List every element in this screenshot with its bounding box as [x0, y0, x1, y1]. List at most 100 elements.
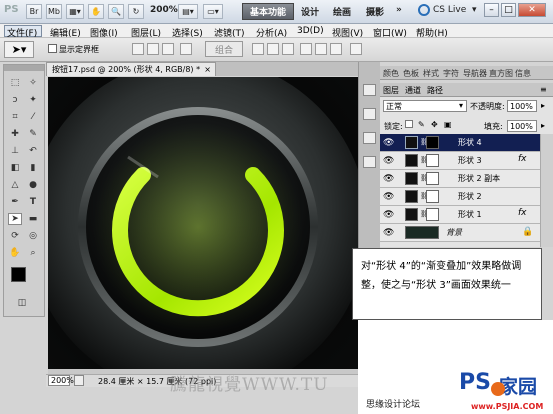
rotate-view-icon[interactable]: ↻ [128, 4, 144, 19]
lock-position-icon[interactable]: ✥ [431, 120, 438, 129]
zoom-tool-icon-2[interactable]: ⌕ [26, 247, 40, 259]
align-vcenter-icon[interactable] [147, 43, 159, 55]
opacity-input[interactable]: 100% [507, 100, 537, 112]
tab-paths[interactable]: 路径 [427, 85, 443, 96]
visibility-eye-icon[interactable]: 👁 [383, 192, 395, 202]
tool-preset-picker[interactable]: ➤▾ [4, 41, 34, 58]
combine-button[interactable]: 组合 [205, 41, 243, 57]
lock-transparent-icon[interactable] [405, 120, 413, 128]
eyedropper-tool-icon[interactable]: ⁄ [26, 111, 40, 123]
arrange-documents-icon[interactable]: ▤▾ [178, 4, 198, 19]
blend-dropdown-arrow-icon[interactable]: ▾ [459, 101, 463, 110]
panel-menu-icon[interactable]: ≡ [540, 85, 547, 94]
tab-swatches[interactable]: 色板 [403, 68, 419, 79]
distribute-vcenter-icon[interactable] [267, 43, 279, 55]
actions-panel-icon[interactable] [363, 108, 376, 120]
guides-icon[interactable]: ▦▾ [66, 4, 84, 19]
hand-tool-icon[interactable]: ✋ [88, 4, 104, 19]
distribute-right-icon[interactable] [330, 43, 342, 55]
eraser-tool-icon[interactable]: ◧ [8, 162, 22, 174]
opacity-arrow-icon[interactable]: ▸ [541, 101, 545, 110]
tab-color[interactable]: 颜色 [383, 68, 399, 79]
brush-tool-icon[interactable]: ✎ [26, 128, 40, 140]
layer-effects-icon[interactable]: fx [518, 154, 527, 164]
blur-tool-icon[interactable]: △ [8, 179, 22, 191]
tab-channels[interactable]: 通道 [405, 85, 421, 96]
layer-row[interactable]: 👁 ⛓ 形状 3 fx [380, 152, 540, 170]
healing-brush-tool-icon[interactable]: ✚ [8, 128, 22, 140]
tools-panel-grip[interactable] [4, 65, 44, 71]
visibility-eye-icon[interactable]: 👁 [383, 138, 395, 148]
layer-row[interactable]: 👁 ⛓ 形状 2 副本 [380, 170, 540, 188]
layer-effects-icon[interactable]: fx [518, 208, 527, 218]
layer-row[interactable]: 👁 ⛓ 形状 4 [380, 134, 540, 152]
tab-character[interactable]: 字符 [443, 68, 459, 79]
dodge-tool-icon[interactable]: ● [26, 179, 40, 191]
clone-source-icon[interactable] [363, 156, 376, 168]
status-icon[interactable] [74, 375, 84, 386]
workspace-painting-button[interactable]: 绘画 [333, 5, 351, 18]
hand-tool-icon-2[interactable]: ✋ [8, 247, 22, 259]
show-transform-controls-checkbox[interactable] [48, 44, 57, 53]
bridge-button[interactable]: Br [26, 4, 42, 19]
zoom-tool-icon[interactable]: 🔍 [108, 4, 124, 19]
document-canvas[interactable] [48, 77, 358, 369]
3d-orbit-tool-icon[interactable]: ◎ [26, 230, 40, 242]
marquee-tool-icon[interactable]: ⬚ [8, 77, 22, 89]
distribute-left-icon[interactable] [300, 43, 312, 55]
layers-scrollbar[interactable] [540, 134, 553, 247]
fill-arrow-icon[interactable]: ▸ [541, 121, 545, 130]
align-left-icon[interactable] [180, 43, 192, 55]
cs-live-label[interactable]: CS Live [433, 5, 466, 15]
foreground-color-swatch[interactable] [11, 267, 26, 282]
visibility-eye-icon[interactable]: 👁 [383, 174, 395, 184]
layer-row[interactable]: 👁 ⛓ 形状 2 [380, 188, 540, 206]
align-top-icon[interactable] [132, 43, 144, 55]
tab-styles[interactable]: 样式 [423, 68, 439, 79]
auto-align-icon[interactable] [350, 43, 362, 55]
more-workspaces-button[interactable]: » [396, 5, 402, 15]
quick-select-tool-icon[interactable]: ✦ [26, 94, 40, 106]
zoom-input[interactable]: 200% [48, 375, 74, 386]
layer-row[interactable]: 👁 背景 🔒 [380, 224, 540, 242]
fill-input[interactable]: 100% [507, 120, 537, 132]
layer-row[interactable]: 👁 ⛓ 形状 1 fx [380, 206, 540, 224]
lock-all-icon[interactable]: ▣ [444, 120, 452, 129]
close-button[interactable]: ✕ [518, 3, 546, 17]
minimize-button[interactable]: – [484, 3, 499, 17]
visibility-eye-icon[interactable]: 👁 [383, 228, 395, 238]
brush-panel-icon[interactable] [363, 132, 376, 144]
workspace-photography-button[interactable]: 摄影 [366, 5, 384, 18]
workspace-essentials-button[interactable]: 基本功能 [242, 3, 294, 20]
pen-tool-icon[interactable]: ✒ [8, 196, 22, 208]
3d-rotate-tool-icon[interactable]: ⟳ [8, 230, 22, 242]
blend-mode-select[interactable]: 正常 [383, 100, 467, 112]
tab-layers[interactable]: 图层 [383, 85, 399, 96]
menu-3d[interactable]: 3D(D) [297, 26, 324, 36]
lock-image-icon[interactable]: ✎ [418, 120, 425, 129]
clone-stamp-tool-icon[interactable]: ⊥ [8, 145, 22, 157]
tab-histogram[interactable]: 直方图 [489, 68, 513, 79]
restore-button[interactable]: □ [501, 3, 516, 17]
crop-tool-icon[interactable]: ⌗ [8, 111, 22, 123]
visibility-eye-icon[interactable]: 👁 [383, 210, 395, 220]
path-selection-tool-icon[interactable]: ➤ [8, 213, 22, 225]
document-tab[interactable]: 按钮17.psd @ 200% (形状 4, RGB/8) * × [46, 62, 216, 76]
document-close-button[interactable]: × [204, 63, 211, 76]
distribute-top-icon[interactable] [252, 43, 264, 55]
screen-mode-icon[interactable]: ▭▾ [203, 4, 223, 19]
magic-wand-tool-icon[interactable]: ✧ [26, 77, 40, 89]
gradient-tool-icon[interactable]: ▮ [26, 162, 40, 174]
type-tool-icon[interactable]: T [26, 196, 40, 208]
align-bottom-icon[interactable] [162, 43, 174, 55]
distribute-hcenter-icon[interactable] [315, 43, 327, 55]
cs-live-dropdown-icon[interactable]: ▾ [472, 5, 477, 15]
quick-mask-icon[interactable]: ◫ [15, 297, 29, 309]
shape-tool-icon[interactable]: ▬ [26, 213, 40, 225]
zoom-level-dropdown[interactable]: 200% [150, 5, 178, 15]
distribute-bottom-icon[interactable] [282, 43, 294, 55]
lasso-tool-icon[interactable]: ↄ [8, 94, 22, 106]
history-brush-tool-icon[interactable]: ↶ [26, 145, 40, 157]
visibility-eye-icon[interactable]: 👁 [383, 156, 395, 166]
mini-bridge-button[interactable]: Mb [46, 4, 62, 19]
